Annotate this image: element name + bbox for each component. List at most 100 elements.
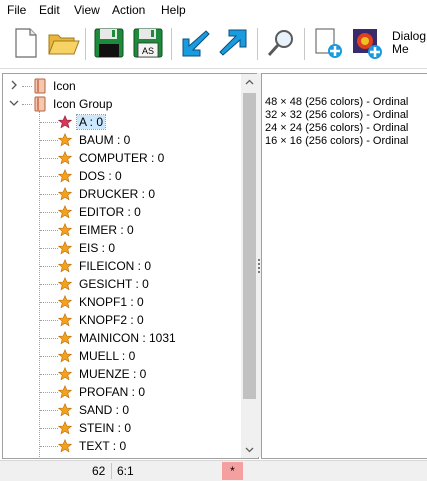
menu-action[interactable]: Action <box>112 3 145 17</box>
tree-connector-line <box>40 212 58 213</box>
menu-help[interactable]: Help <box>161 3 186 17</box>
tree-connector-line <box>40 302 58 303</box>
splitter-grip <box>258 259 260 261</box>
tree-item[interactable]: TEXT : 0 <box>3 437 241 455</box>
tree-item[interactable]: KNOPF2 : 0 <box>3 311 241 329</box>
tree-item[interactable]: PROFAN : 0 <box>3 383 241 401</box>
tree-group-node[interactable]: Icon <box>3 77 241 95</box>
tree-item[interactable]: EIMER : 0 <box>3 221 241 239</box>
splitter-grip <box>258 267 260 269</box>
menu-file[interactable]: File <box>7 3 26 17</box>
icon-format-line: 48 × 48 (256 colors) - Ordinal <box>265 96 409 108</box>
tree-node-label: EIMER : 0 <box>79 223 134 237</box>
star-icon <box>58 187 72 201</box>
tree-item[interactable]: MUELL : 0 <box>3 347 241 365</box>
toolbar-separator <box>171 28 172 60</box>
tree-node-label: MAINICON : 1031 <box>79 331 176 345</box>
dialog-menu-button[interactable]: Dialog Me <box>392 30 426 56</box>
open-folder-icon <box>48 34 80 55</box>
tree-item[interactable]: DRUCKER : 0 <box>3 185 241 203</box>
vertical-scrollbar[interactable] <box>241 74 258 458</box>
find-button[interactable] <box>264 26 298 60</box>
open-button[interactable] <box>46 26 80 60</box>
status-position: 6:1 <box>117 464 134 478</box>
tree-connector-line <box>40 392 58 393</box>
tree-connector-line <box>22 104 32 105</box>
star-icon <box>58 259 72 273</box>
star-icon <box>58 241 72 255</box>
star-icon <box>58 367 72 381</box>
tree-node-label: A : 0 <box>75 114 107 130</box>
splitter-grip <box>258 263 260 265</box>
tree-item[interactable]: FILEICON : 0 <box>3 257 241 275</box>
tree-node-label: MUENZE : 0 <box>79 367 147 381</box>
save-as-button[interactable]: AS <box>131 26 165 60</box>
chevron-down-icon[interactable] <box>9 98 19 108</box>
star-icon <box>58 403 72 417</box>
tree-connector-line <box>40 446 58 447</box>
tree-connector-line <box>40 320 58 321</box>
star-icon <box>58 277 72 291</box>
tree-item[interactable]: MAINICON : 1031 <box>3 329 241 347</box>
star-icon <box>58 133 72 147</box>
insert-resource-button[interactable] <box>311 26 345 60</box>
import-arrow-icon <box>182 30 210 57</box>
resource-folder-icon <box>34 78 46 94</box>
tree-node-label: STEIN : 0 <box>79 421 132 435</box>
export-button[interactable] <box>217 26 251 60</box>
toolbar: AS Dialog Me <box>0 20 427 69</box>
tree-item[interactable]: EDITOR : 0 <box>3 203 241 221</box>
tree-connector-line <box>40 140 58 141</box>
save-button[interactable] <box>92 26 126 60</box>
tree-node-label: FILEICON : 0 <box>79 259 152 273</box>
toolbar-separator <box>304 28 305 60</box>
tree-node-label: PROFAN : 0 <box>79 385 146 399</box>
tree-item[interactable]: GESICHT : 0 <box>3 275 241 293</box>
tree-node-label: SAND : 0 <box>79 403 130 417</box>
scroll-up-button[interactable] <box>241 74 258 91</box>
tree-node-label: Icon Group <box>53 97 113 111</box>
star-icon <box>58 151 72 165</box>
tree-connector-line <box>40 428 58 429</box>
star-icon <box>58 223 72 237</box>
tree-item[interactable]: SAND : 0 <box>3 401 241 419</box>
tree-connector-line <box>40 248 58 249</box>
menu-edit[interactable]: Edit <box>39 3 60 17</box>
tree-node-label: KNOPF1 : 0 <box>79 295 144 309</box>
tree-node-label: Icon <box>53 79 76 93</box>
scroll-down-button[interactable] <box>241 441 258 458</box>
tree-group-node[interactable]: Icon Group <box>3 95 241 113</box>
tree-node-label: TEXT : 0 <box>79 439 127 453</box>
tree-node-label: EDITOR : 0 <box>79 205 141 219</box>
insert-image-button[interactable] <box>350 26 384 60</box>
tree-node-label: EIS : 0 <box>79 241 116 255</box>
export-arrow-icon <box>219 29 247 56</box>
status-code: 62 <box>92 464 106 478</box>
icon-format-line: 16 × 16 (256 colors) - Ordinal <box>265 135 409 147</box>
tree-item[interactable]: MUENZE : 0 <box>3 365 241 383</box>
tree-connector-line <box>40 356 58 357</box>
resource-tree[interactable]: Icon Icon Group A : 0 BAUM : 0 COMPUTER : 0 D… <box>2 73 259 459</box>
tree-item[interactable]: BAUM : 0 <box>3 131 241 149</box>
scroll-thumb[interactable] <box>243 93 256 399</box>
toolbar-separator <box>85 28 86 60</box>
icon-format-line: 32 × 32 (256 colors) - Ordinal <box>265 109 409 121</box>
import-button[interactable] <box>178 26 212 60</box>
icon-details-pane: 48 × 48 (256 colors) - Ordinal 32 × 32 (… <box>261 73 427 459</box>
tree-item[interactable]: KNOPF1 : 0 <box>3 293 241 311</box>
tree-node-label: DRUCKER : 0 <box>79 187 156 201</box>
new-button[interactable] <box>8 26 42 60</box>
tree-item[interactable]: EIS : 0 <box>3 239 241 257</box>
tree-item[interactable]: COMPUTER : 0 <box>3 149 241 167</box>
toolbar-separator <box>257 28 258 60</box>
menu-view[interactable]: View <box>74 3 100 17</box>
tree-item[interactable]: STEIN : 0 <box>3 419 241 437</box>
chevron-right-icon[interactable] <box>9 80 19 90</box>
splitter-grip <box>258 271 260 273</box>
tree-item[interactable]: DOS : 0 <box>3 167 241 185</box>
star-icon <box>58 205 72 219</box>
tree-connector-line <box>40 122 58 123</box>
tree-item[interactable]: A : 0 <box>3 113 241 131</box>
tree-connector-line <box>40 266 58 267</box>
modified-indicator: * <box>222 462 243 480</box>
